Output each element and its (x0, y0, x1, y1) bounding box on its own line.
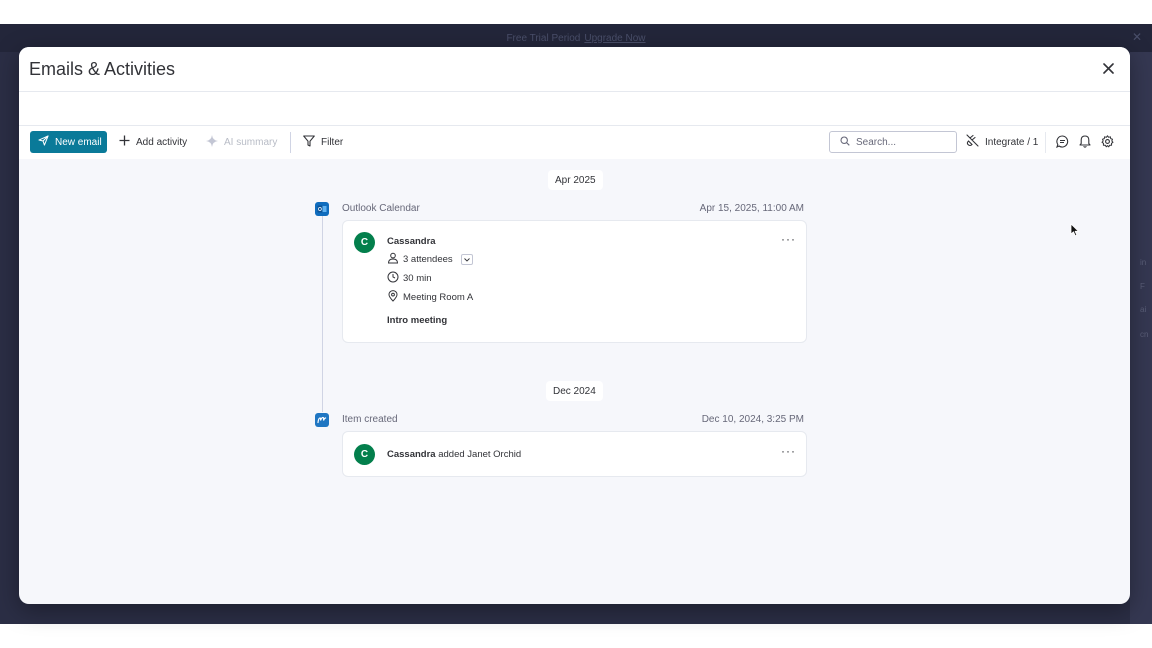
bell-icon[interactable] (1078, 134, 1092, 148)
person-icon (387, 252, 399, 267)
modal-header: Emails & Activities (19, 47, 1130, 92)
bg-letter: in (1140, 258, 1147, 267)
source-label: Outlook Calendar (342, 203, 420, 214)
plug-off-icon (966, 134, 979, 150)
source-label: Item created (342, 414, 398, 425)
integrate-label: Integrate / 1 (985, 136, 1039, 148)
bg-letter: cn (1140, 330, 1149, 339)
ai-summary-label: AI summary (224, 136, 278, 148)
activity-datetime: Apr 15, 2025, 11:00 AM (699, 203, 804, 214)
date-chip: Apr 2025 (548, 170, 603, 190)
location-pin-icon (387, 290, 399, 305)
bg-letter: F (1140, 282, 1145, 291)
emails-activities-modal: Emails & Activities New email Add activi… (19, 47, 1130, 604)
plus-icon (119, 135, 130, 149)
upgrade-link[interactable]: Upgrade Now (584, 33, 645, 44)
toolbar-divider (290, 132, 291, 153)
filter-label: Filter (321, 136, 344, 148)
duration-row: 30 min (387, 271, 432, 286)
add-activity-label: Add activity (136, 136, 188, 148)
monday-item-icon (315, 413, 329, 427)
organizer-name: Cassandra (387, 236, 436, 247)
banner-close-icon[interactable]: ✕ (1132, 30, 1142, 44)
search-icon (840, 135, 850, 149)
chevron-down-icon[interactable] (460, 254, 473, 265)
bottom-band (0, 624, 1152, 648)
date-chip: Dec 2024 (546, 381, 603, 401)
mouse-cursor-icon (1070, 223, 1080, 242)
outlook-icon: O (315, 202, 329, 216)
avatar: C (354, 232, 375, 253)
search-field[interactable] (829, 131, 957, 153)
timeline-line (322, 212, 323, 412)
gear-icon[interactable] (1100, 134, 1114, 148)
clock-icon (387, 271, 399, 286)
activity-toolbar: New email Add activity AI summary Filter (19, 126, 1130, 159)
bg-letter: ai (1140, 305, 1147, 314)
attendees-row: 3 attendees (387, 252, 473, 267)
close-icon[interactable] (1100, 60, 1116, 76)
activity-action: added Janet Orchid (435, 449, 522, 460)
filter-icon (303, 134, 315, 150)
filter-button[interactable]: Filter (303, 131, 343, 153)
more-options-icon[interactable]: ··· (781, 233, 796, 245)
item-created-card[interactable]: C Cassandra added Janet Orchid ··· (342, 431, 807, 477)
header-spacer (19, 92, 1130, 126)
avatar: C (354, 444, 375, 465)
meeting-card[interactable]: C Cassandra ··· 3 attendees 30 min Meeti… (342, 220, 807, 343)
sparkle-icon (206, 134, 218, 150)
trial-banner-text: Free Trial Period (506, 32, 581, 44)
modal-title: Emails & Activities (29, 59, 176, 79)
actor-name: Cassandra (387, 449, 436, 460)
svg-text:O: O (318, 207, 322, 213)
location-row: Meeting Room A (387, 290, 473, 305)
toolbar-divider (1045, 132, 1046, 153)
meeting-location: Meeting Room A (403, 292, 474, 303)
new-email-button[interactable]: New email (30, 131, 107, 153)
more-options-icon[interactable]: ··· (781, 445, 796, 457)
ai-summary-button[interactable]: AI summary (206, 131, 277, 153)
integrate-button[interactable]: Integrate / 1 (966, 131, 1038, 153)
activity-description: Cassandra added Janet Orchid (387, 449, 521, 460)
chat-icon[interactable] (1055, 134, 1069, 148)
send-icon (38, 135, 49, 149)
add-activity-button[interactable]: Add activity (119, 131, 187, 153)
meeting-subject: Intro meeting (387, 315, 448, 326)
attendees-count: 3 attendees (403, 254, 453, 265)
background-board: in F ai cn (1130, 52, 1152, 624)
activity-datetime: Dec 10, 2024, 3:25 PM (701, 414, 804, 425)
meeting-duration: 30 min (403, 273, 432, 284)
search-input[interactable] (856, 136, 946, 148)
new-email-label: New email (55, 136, 102, 148)
